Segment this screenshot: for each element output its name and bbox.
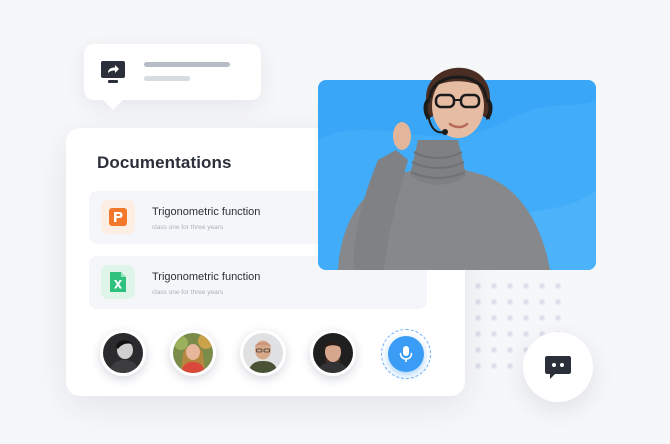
participant-avatar[interactable]	[170, 330, 216, 376]
participant-avatar[interactable]	[310, 330, 356, 376]
document-name: Trigonometric function	[152, 271, 261, 283]
placeholder-line	[144, 76, 190, 81]
placeholder-line	[144, 62, 230, 67]
document-subtitle: class one for three years	[152, 289, 224, 296]
chat-bubble-icon	[545, 356, 571, 379]
documentation-title: Documentations	[97, 153, 232, 172]
microphone-icon	[399, 346, 413, 362]
participant-avatar[interactable]	[100, 330, 146, 376]
document-name: Trigonometric function	[152, 206, 261, 218]
document-subtitle: class one for three years	[152, 224, 224, 231]
microphone-button-ring[interactable]	[381, 329, 431, 379]
participant-avatar[interactable]	[240, 330, 286, 376]
microphone-button[interactable]	[388, 336, 424, 372]
chat-button[interactable]	[523, 332, 593, 402]
support-agent-photo	[318, 100, 596, 270]
share-screen-icon	[101, 61, 125, 83]
screen-share-card[interactable]	[84, 44, 261, 100]
video-call-panel	[318, 80, 596, 270]
powerpoint-file-icon	[101, 200, 135, 234]
excel-file-icon	[101, 265, 135, 299]
